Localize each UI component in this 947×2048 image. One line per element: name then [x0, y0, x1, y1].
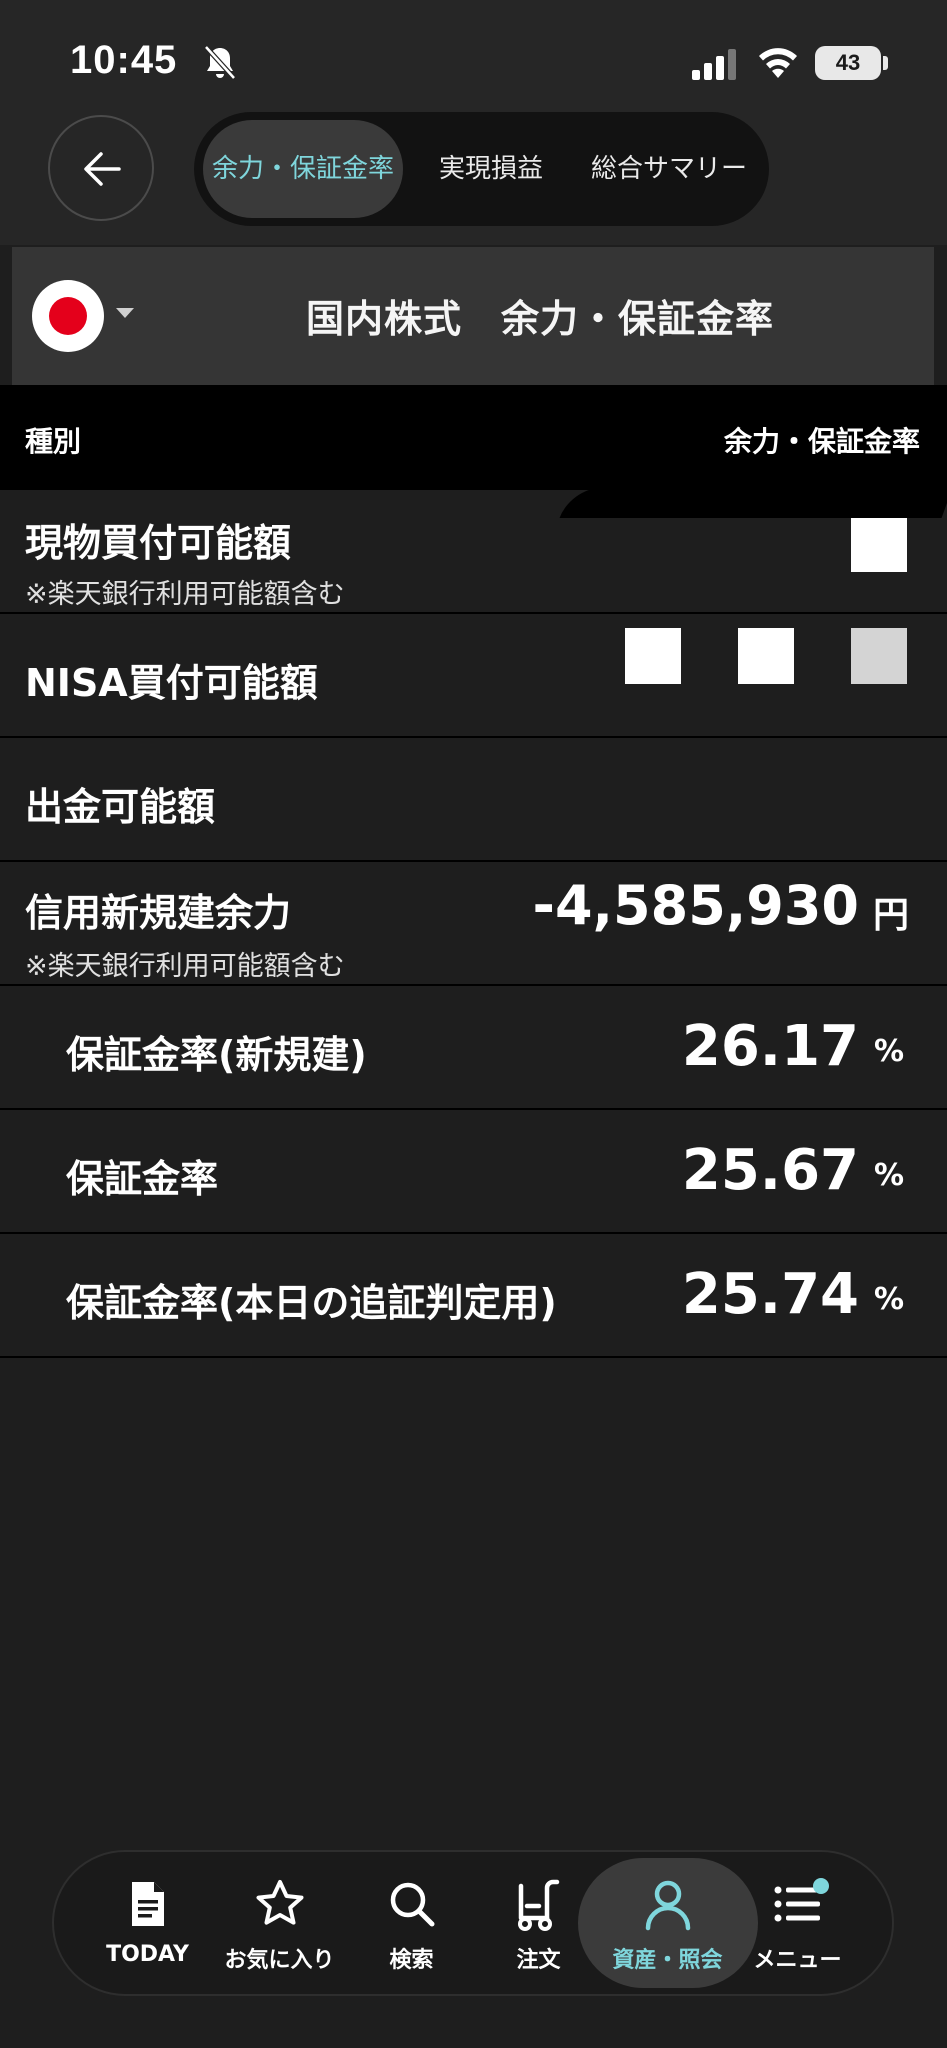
tab-label: お気に入り — [224, 1948, 335, 1973]
row-label: 現物買付可能額 — [25, 521, 292, 565]
row-note: ※楽天銀行利用可能額含む — [25, 579, 345, 610]
column-header-value: 余力・保証金率 — [723, 425, 920, 458]
section-title: 国内株式 余力・保証金率 — [305, 297, 774, 341]
order-icon — [517, 1879, 559, 1931]
row-label: 保証金率 — [66, 1157, 219, 1201]
unit-percent: % — [874, 1034, 905, 1069]
notification-dot — [813, 1878, 829, 1894]
table-row: 出金可能額 — [0, 738, 947, 862]
tab-label: 注文 — [516, 1948, 561, 1973]
wifi-icon — [759, 48, 797, 78]
signal-icon — [692, 49, 736, 80]
table-row: NISA買付可能額 — [0, 614, 947, 738]
star-icon — [256, 1880, 303, 1925]
row-note: ※楽天銀行利用可能額含む — [25, 951, 345, 982]
tab-margin-rate[interactable]: 余力・保証金率 — [203, 120, 403, 218]
back-button[interactable] — [48, 115, 154, 221]
arrow-left-icon — [84, 152, 121, 186]
masked-value — [738, 628, 794, 684]
masked-value — [625, 628, 681, 684]
table-row: 保証金率(新規建) 26.17 % — [0, 986, 947, 1110]
tab-segmented-control: 余力・保証金率 実現損益 総合サマリー — [194, 112, 769, 226]
unit-yen: 円 — [873, 895, 910, 936]
table-row: 保証金率 25.67 % — [0, 1110, 947, 1234]
table-row: 保証金率(本日の追証判定用) 25.74 % — [0, 1234, 947, 1358]
battery-indicator: 43 — [815, 46, 881, 80]
tab-label: 検索 — [389, 1948, 434, 1973]
bell-muted-icon — [204, 45, 236, 80]
battery-cap — [883, 56, 888, 70]
row-label: 信用新規建余力 — [25, 891, 292, 935]
unit-percent: % — [874, 1158, 905, 1193]
search-icon — [390, 1882, 434, 1927]
caret-down-icon[interactable] — [116, 308, 134, 318]
tab-label: メニュー — [753, 1948, 842, 1973]
tab-label: TODAY — [106, 1942, 189, 1967]
tab-menu[interactable]: メニュー — [735, 1870, 860, 1980]
japan-flag-icon[interactable] — [32, 280, 104, 352]
unit-percent: % — [874, 1282, 905, 1317]
row-label: NISA買付可能額 — [25, 661, 318, 705]
credit-buying-power-value: -4,585,930 — [532, 874, 859, 937]
column-header-type: 種別 — [25, 425, 82, 458]
tab-summary[interactable]: 総合サマリー — [580, 120, 758, 218]
row-label: 出金可能額 — [25, 785, 216, 829]
margin-rate-value: 25.67 — [681, 1138, 859, 1203]
masked-value — [851, 628, 907, 684]
tab-favorites[interactable]: お気に入り — [217, 1870, 342, 1980]
tab-today[interactable]: TODAY — [85, 1870, 210, 1980]
row-label: 保証金率(新規建) — [66, 1033, 367, 1077]
row-label: 保証金率(本日の追証判定用) — [66, 1281, 557, 1325]
tab-search[interactable]: 検索 — [349, 1870, 474, 1980]
status-time: 10:45 — [70, 38, 178, 82]
margin-rate-new-value: 26.17 — [681, 1014, 859, 1079]
margin-rate-today-value: 25.74 — [681, 1262, 859, 1327]
tab-order[interactable]: 注文 — [476, 1870, 601, 1980]
person-icon — [645, 1880, 690, 1931]
redaction-smear — [559, 488, 947, 518]
tab-label: 資産・照会 — [612, 1948, 723, 1973]
table-row: 信用新規建余力 ※楽天銀行利用可能額含む -4,585,930 円 — [0, 862, 947, 986]
document-icon — [131, 1882, 164, 1926]
tab-realized-pl[interactable]: 実現損益 — [416, 120, 566, 218]
tab-assets[interactable]: 資産・照会 — [605, 1870, 730, 1980]
masked-value — [851, 516, 907, 572]
